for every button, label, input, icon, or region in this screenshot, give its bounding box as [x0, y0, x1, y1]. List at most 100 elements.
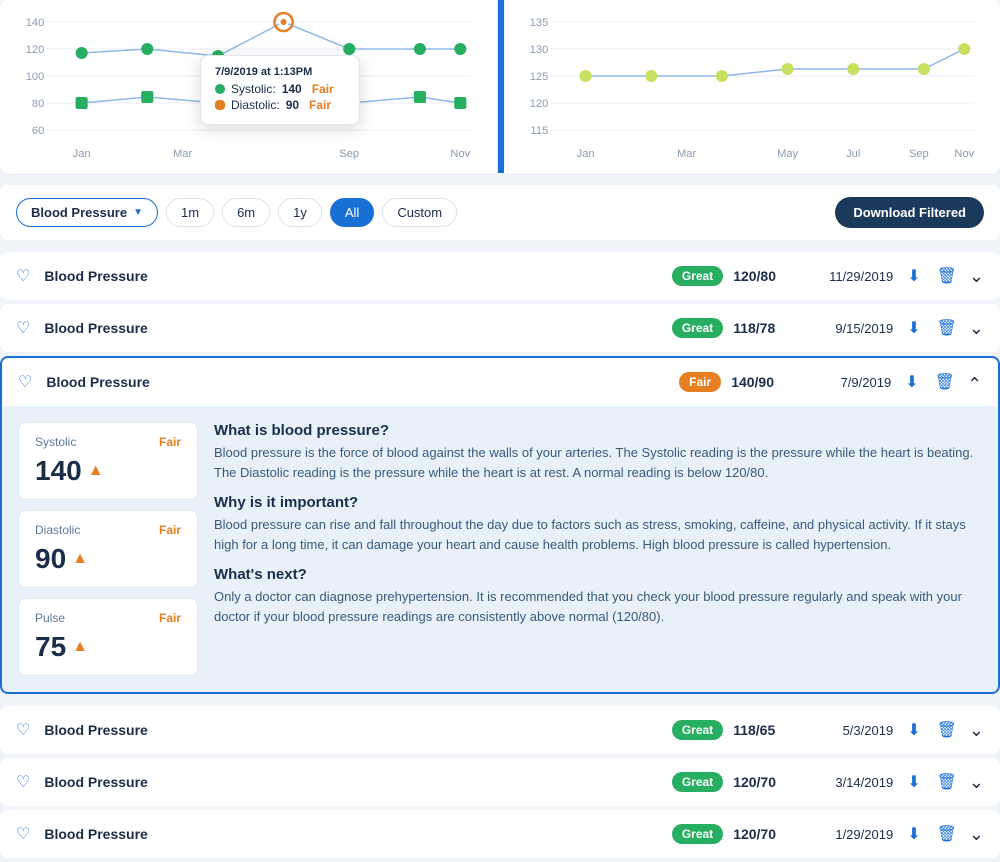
record-actions: ⬇ 🗑 ⌄ [903, 264, 984, 288]
download-icon[interactable]: ⬇ [901, 370, 922, 394]
record-actions: ⬇ 🗑 ⌄ [903, 718, 984, 742]
record-actions: ⬇ 🗑 ⌄ [901, 370, 982, 394]
up-arrow-icon: ▲ [72, 638, 88, 656]
metric-dropdown-label: Blood Pressure [31, 205, 127, 220]
svg-text:Jan: Jan [73, 148, 91, 160]
delete-icon[interactable]: 🗑 [931, 370, 959, 394]
systolic-status: Fair [159, 435, 181, 449]
heart-icon: ♡ [16, 720, 30, 740]
delete-icon[interactable]: 🗑 [933, 822, 961, 846]
svg-text:Nov: Nov [450, 148, 470, 160]
diastolic-value: 90 ▲ [35, 543, 181, 575]
record-actions: ⬇ 🗑 ⌄ [903, 822, 984, 846]
period-all[interactable]: All [330, 198, 374, 227]
download-icon[interactable]: ⬇ [903, 822, 924, 846]
period-6m[interactable]: 6m [222, 198, 270, 227]
diastolic-card: Diastolic Fair 90 ▲ [18, 510, 198, 588]
record-value: 118/78 [733, 320, 793, 336]
systolic-dot [215, 84, 225, 94]
svg-text:May: May [777, 148, 798, 160]
tooltip-diastolic-status: Fair [309, 98, 331, 112]
download-icon[interactable]: ⬇ [903, 316, 924, 340]
diastolic-label: Diastolic [35, 523, 80, 537]
delete-icon[interactable]: 🗑 [933, 264, 961, 288]
svg-text:120: 120 [529, 98, 548, 110]
expand-chevron[interactable]: ⌄ [969, 318, 984, 339]
tooltip-systolic-row: Systolic: 140 Fair [215, 82, 345, 96]
svg-text:Jul: Jul [846, 148, 860, 160]
tooltip-systolic-label: Systolic: [231, 82, 276, 96]
svg-text:Sep: Sep [908, 148, 928, 160]
svg-text:Sep: Sep [339, 148, 359, 160]
status-badge: Great [672, 266, 723, 286]
download-icon[interactable]: ⬇ [903, 770, 924, 794]
pulse-value: 75 ▲ [35, 631, 181, 663]
record-value: 120/70 [733, 774, 793, 790]
table-row: ♡ Blood Pressure Great 120/80 11/29/2019… [0, 252, 1000, 300]
metric-dropdown[interactable]: Blood Pressure ▼ [16, 198, 158, 227]
pulse-label: Pulse [35, 611, 65, 625]
svg-text:80: 80 [32, 98, 44, 110]
status-badge: Great [672, 318, 723, 338]
record-name: Blood Pressure [44, 722, 661, 738]
expand-chevron[interactable]: ⌄ [969, 266, 984, 287]
pulse-status: Fair [159, 611, 181, 625]
svg-text:120: 120 [26, 44, 45, 56]
table-row: ♡ Blood Pressure Great 118/65 5/3/2019 ⬇… [0, 706, 1000, 754]
svg-text:140: 140 [26, 17, 45, 29]
expand-chevron[interactable]: ⌄ [969, 772, 984, 793]
status-badge: Great [672, 720, 723, 740]
heart-icon: ♡ [16, 772, 30, 792]
dropdown-arrow-icon: ▼ [133, 207, 143, 218]
delete-icon[interactable]: 🗑 [933, 718, 961, 742]
svg-text:Jan: Jan [576, 148, 594, 160]
svg-text:Nov: Nov [954, 148, 974, 160]
chart-tooltip: 7/9/2019 at 1:13PM Systolic: 140 Fair Di… [200, 55, 360, 125]
vitals-column: Systolic Fair 140 ▲ Diastolic Fair 90 [18, 422, 198, 676]
pulse-card: Pulse Fair 75 ▲ [18, 598, 198, 676]
status-badge: Great [672, 772, 723, 792]
svg-text:60: 60 [32, 125, 44, 137]
period-1y[interactable]: 1y [278, 198, 322, 227]
svg-text:135: 135 [529, 17, 548, 29]
record-actions: ⬇ 🗑 ⌄ [903, 316, 984, 340]
period-custom[interactable]: Custom [382, 198, 457, 227]
collapse-chevron[interactable]: ⌄ [967, 372, 982, 393]
records-list: ♡ Blood Pressure Great 120/80 11/29/2019… [0, 252, 1000, 858]
info-text-1: Blood pressure is the force of blood aga… [214, 443, 982, 482]
info-title-1: What is blood pressure? [214, 422, 982, 439]
up-arrow-icon: ▲ [72, 550, 88, 568]
svg-text:Mar: Mar [677, 148, 696, 160]
download-icon[interactable]: ⬇ [903, 264, 924, 288]
delete-icon[interactable]: 🗑 [933, 770, 961, 794]
heart-icon: ♡ [16, 824, 30, 844]
record-value: 120/80 [733, 268, 793, 284]
record-value: 140/90 [731, 374, 791, 390]
record-name: Blood Pressure [44, 774, 661, 790]
info-text-3: Only a doctor can diagnose prehypertensi… [214, 587, 982, 626]
record-date: 11/29/2019 [803, 269, 893, 284]
tooltip-systolic-value: 140 [282, 82, 302, 96]
download-icon[interactable]: ⬇ [903, 718, 924, 742]
record-actions: ⬇ 🗑 ⌄ [903, 770, 984, 794]
table-row: ♡ Blood Pressure Great 118/78 9/15/2019 … [0, 304, 1000, 352]
diastolic-dot [215, 100, 225, 110]
expand-chevron[interactable]: ⌄ [969, 720, 984, 741]
period-1m[interactable]: 1m [166, 198, 214, 227]
record-date: 3/14/2019 [803, 775, 893, 790]
tooltip-systolic-status: Fair [312, 82, 334, 96]
record-value: 118/65 [733, 722, 793, 738]
svg-text:130: 130 [529, 44, 548, 56]
systolic-value: 140 ▲ [35, 455, 181, 487]
expand-chevron[interactable]: ⌄ [969, 824, 984, 845]
info-why-important: Why is it important? Blood pressure can … [214, 494, 982, 554]
info-what-is: What is blood pressure? Blood pressure i… [214, 422, 982, 482]
record-date: 9/15/2019 [803, 321, 893, 336]
download-filtered-button[interactable]: Download Filtered [835, 197, 984, 228]
info-text-2: Blood pressure can rise and fall through… [214, 515, 982, 554]
record-name: Blood Pressure [44, 320, 661, 336]
heart-icon: ♡ [16, 266, 30, 286]
up-arrow-icon: ▲ [88, 462, 104, 480]
info-column: What is blood pressure? Blood pressure i… [214, 422, 982, 676]
delete-icon[interactable]: 🗑 [933, 316, 961, 340]
